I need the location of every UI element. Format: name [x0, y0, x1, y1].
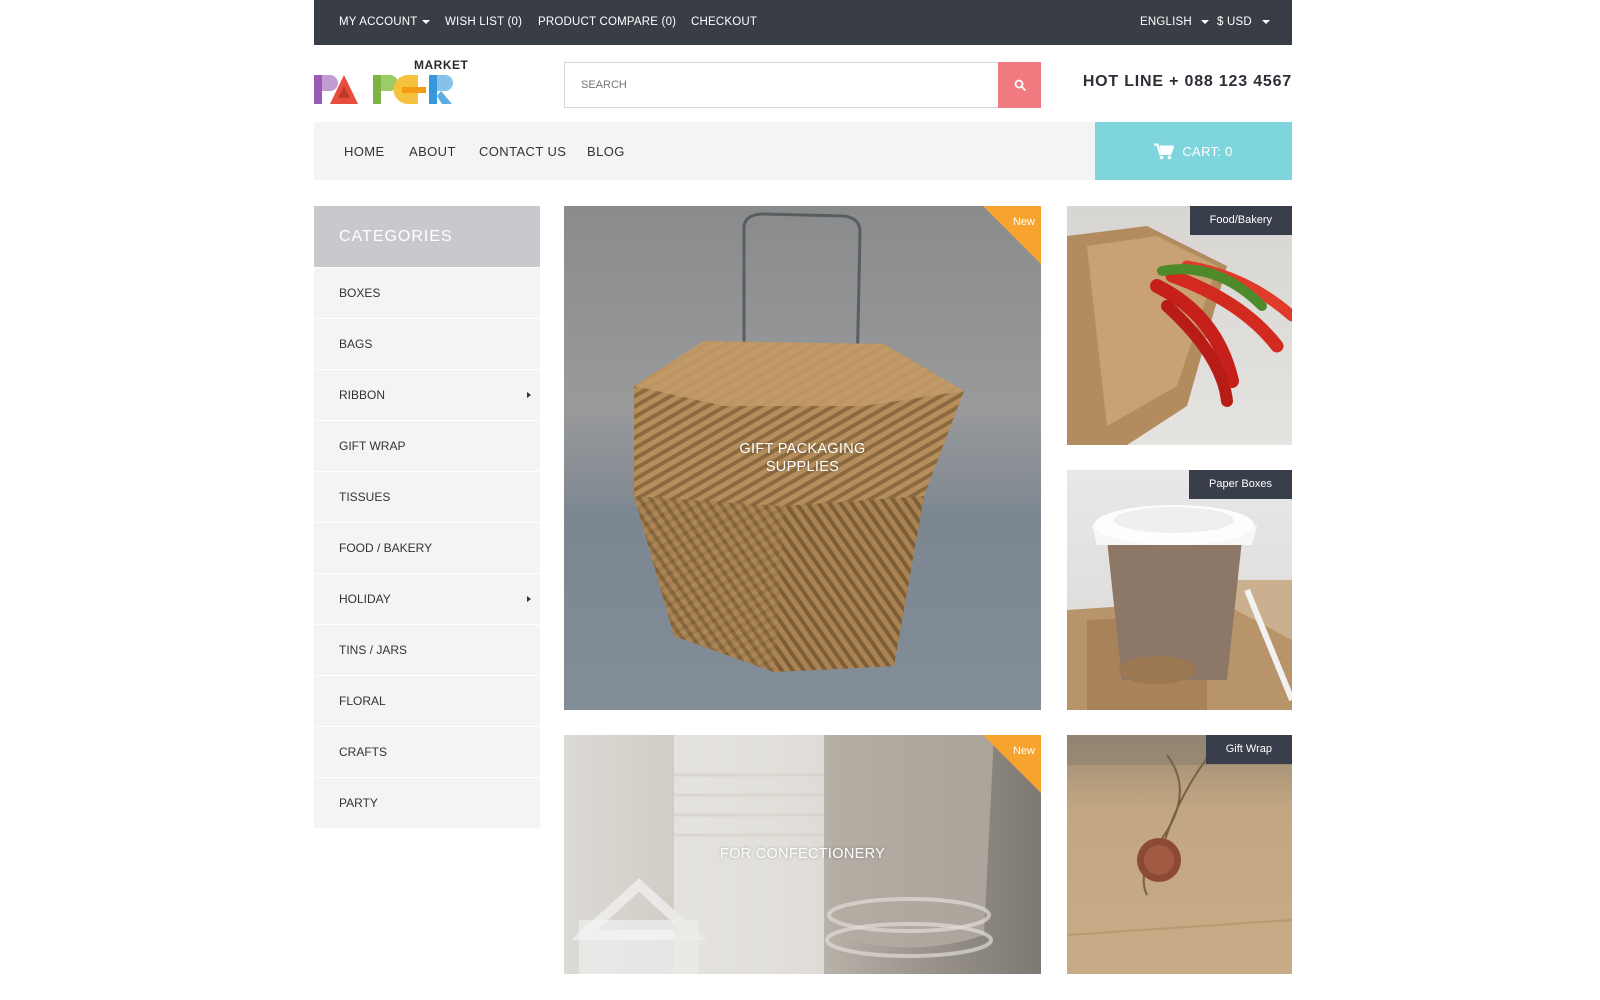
nav-link-blog[interactable]: BLOG — [587, 144, 625, 159]
search-button[interactable] — [998, 62, 1041, 108]
chevron-down-icon — [422, 19, 431, 24]
currency-selector[interactable]: $ USD — [1217, 16, 1270, 28]
top-bar: MY ACCOUNT WISH LIST (0) PRODUCT COMPARE… — [314, 0, 1292, 45]
categories-sidebar: CATEGORIES BOXES BAGS RIBBON GIFT WRAP T… — [314, 206, 540, 828]
category-label: TISSUES — [339, 490, 391, 504]
category-item-boxes[interactable]: BOXES — [314, 267, 540, 318]
category-label: GIFT WRAP — [339, 439, 406, 453]
currency-label: $ USD — [1217, 16, 1252, 28]
category-item-ribbon[interactable]: RIBBON — [314, 369, 540, 420]
site-logo[interactable]: MARKET — [314, 58, 474, 106]
category-item-crafts[interactable]: CRAFTS — [314, 726, 540, 777]
new-ribbon-label: New — [1012, 216, 1035, 228]
cart-icon — [1154, 143, 1175, 159]
banner-title: GIFT PACKAGING SUPPLIES — [564, 440, 1041, 476]
new-ribbon — [983, 735, 1041, 793]
category-label: CRAFTS — [339, 745, 387, 759]
search-bar — [564, 62, 1041, 108]
search-input[interactable] — [565, 63, 999, 107]
chevron-down-icon — [1261, 19, 1270, 24]
categories-title: CATEGORIES — [314, 206, 540, 267]
banner-title-line: SUPPLIES — [765, 459, 840, 475]
cart-button[interactable]: CART: 0 — [1095, 122, 1292, 180]
category-label: BAGS — [339, 337, 373, 351]
category-item-gift-wrap[interactable]: GIFT WRAP — [314, 420, 540, 471]
banner-confectionery[interactable]: New FOR CONFECTIONERY — [564, 735, 1041, 974]
category-item-tins-jars[interactable]: TINS / JARS — [314, 624, 540, 675]
checkout-link[interactable]: CHECKOUT — [691, 16, 757, 28]
chevron-right-icon — [527, 392, 531, 398]
main-nav: HOME ABOUT CONTACT US BLOG — [314, 122, 1095, 180]
banner-food-bakery[interactable]: Food/Bakery — [1067, 206, 1292, 445]
product-compare-link[interactable]: PRODUCT COMPARE (0) — [538, 16, 676, 28]
cart-label: CART: 0 — [1182, 143, 1233, 159]
nav-link-contact-us[interactable]: CONTACT US — [479, 144, 566, 159]
category-item-party[interactable]: PARTY — [314, 777, 540, 828]
category-label: PARTY — [339, 796, 378, 810]
category-label: FLORAL — [339, 694, 386, 708]
coffee-cup-image — [1067, 505, 1292, 710]
chili-peppers-image — [1067, 226, 1292, 445]
category-label: TINS / JARS — [339, 643, 408, 657]
banner-gift-packaging[interactable]: New GIFT PACKAGING SUPPLIES — [564, 206, 1041, 710]
wax-seal-box-image — [1067, 735, 1292, 936]
language-selector[interactable]: ENGLISH — [1140, 16, 1209, 28]
my-account-label: MY ACCOUNT — [339, 16, 418, 28]
hotline: HOT LINE + 088 123 4567 — [1082, 73, 1292, 90]
wish-list-link[interactable]: WISH LIST (0) — [445, 16, 522, 28]
category-item-tissues[interactable]: TISSUES — [314, 471, 540, 522]
search-icon — [1014, 79, 1026, 91]
category-label: HOLIDAY — [339, 592, 391, 606]
banner-paper-boxes[interactable]: Paper Boxes — [1067, 470, 1292, 710]
my-account-menu[interactable]: MY ACCOUNT — [339, 16, 431, 28]
nav-link-about[interactable]: ABOUT — [409, 144, 456, 159]
category-item-holiday[interactable]: HOLIDAY — [314, 573, 540, 624]
category-tag: Paper Boxes — [1189, 470, 1292, 499]
nav-link-home[interactable]: HOME — [344, 144, 385, 159]
category-tag: Food/Bakery — [1189, 206, 1292, 235]
banner-gift-wrap[interactable]: Gift Wrap — [1067, 735, 1292, 974]
logo-paper-letters — [314, 75, 453, 104]
new-ribbon-label: New — [1012, 745, 1035, 757]
category-item-food-bakery[interactable]: FOOD / BAKERY — [314, 522, 540, 573]
new-ribbon — [983, 206, 1041, 264]
category-item-floral[interactable]: FLORAL — [314, 675, 540, 726]
banner-title-line: GIFT PACKAGING — [739, 441, 866, 457]
chevron-down-icon — [1200, 19, 1209, 24]
category-item-bags[interactable]: BAGS — [314, 318, 540, 369]
category-label: RIBBON — [339, 388, 386, 402]
category-label: BOXES — [339, 286, 381, 300]
category-label: FOOD / BAKERY — [339, 541, 433, 555]
banner-title: FOR CONFECTIONERY — [719, 846, 886, 862]
category-tag: Gift Wrap — [1205, 735, 1292, 764]
chevron-right-icon — [527, 596, 531, 602]
language-label: ENGLISH — [1140, 16, 1192, 28]
